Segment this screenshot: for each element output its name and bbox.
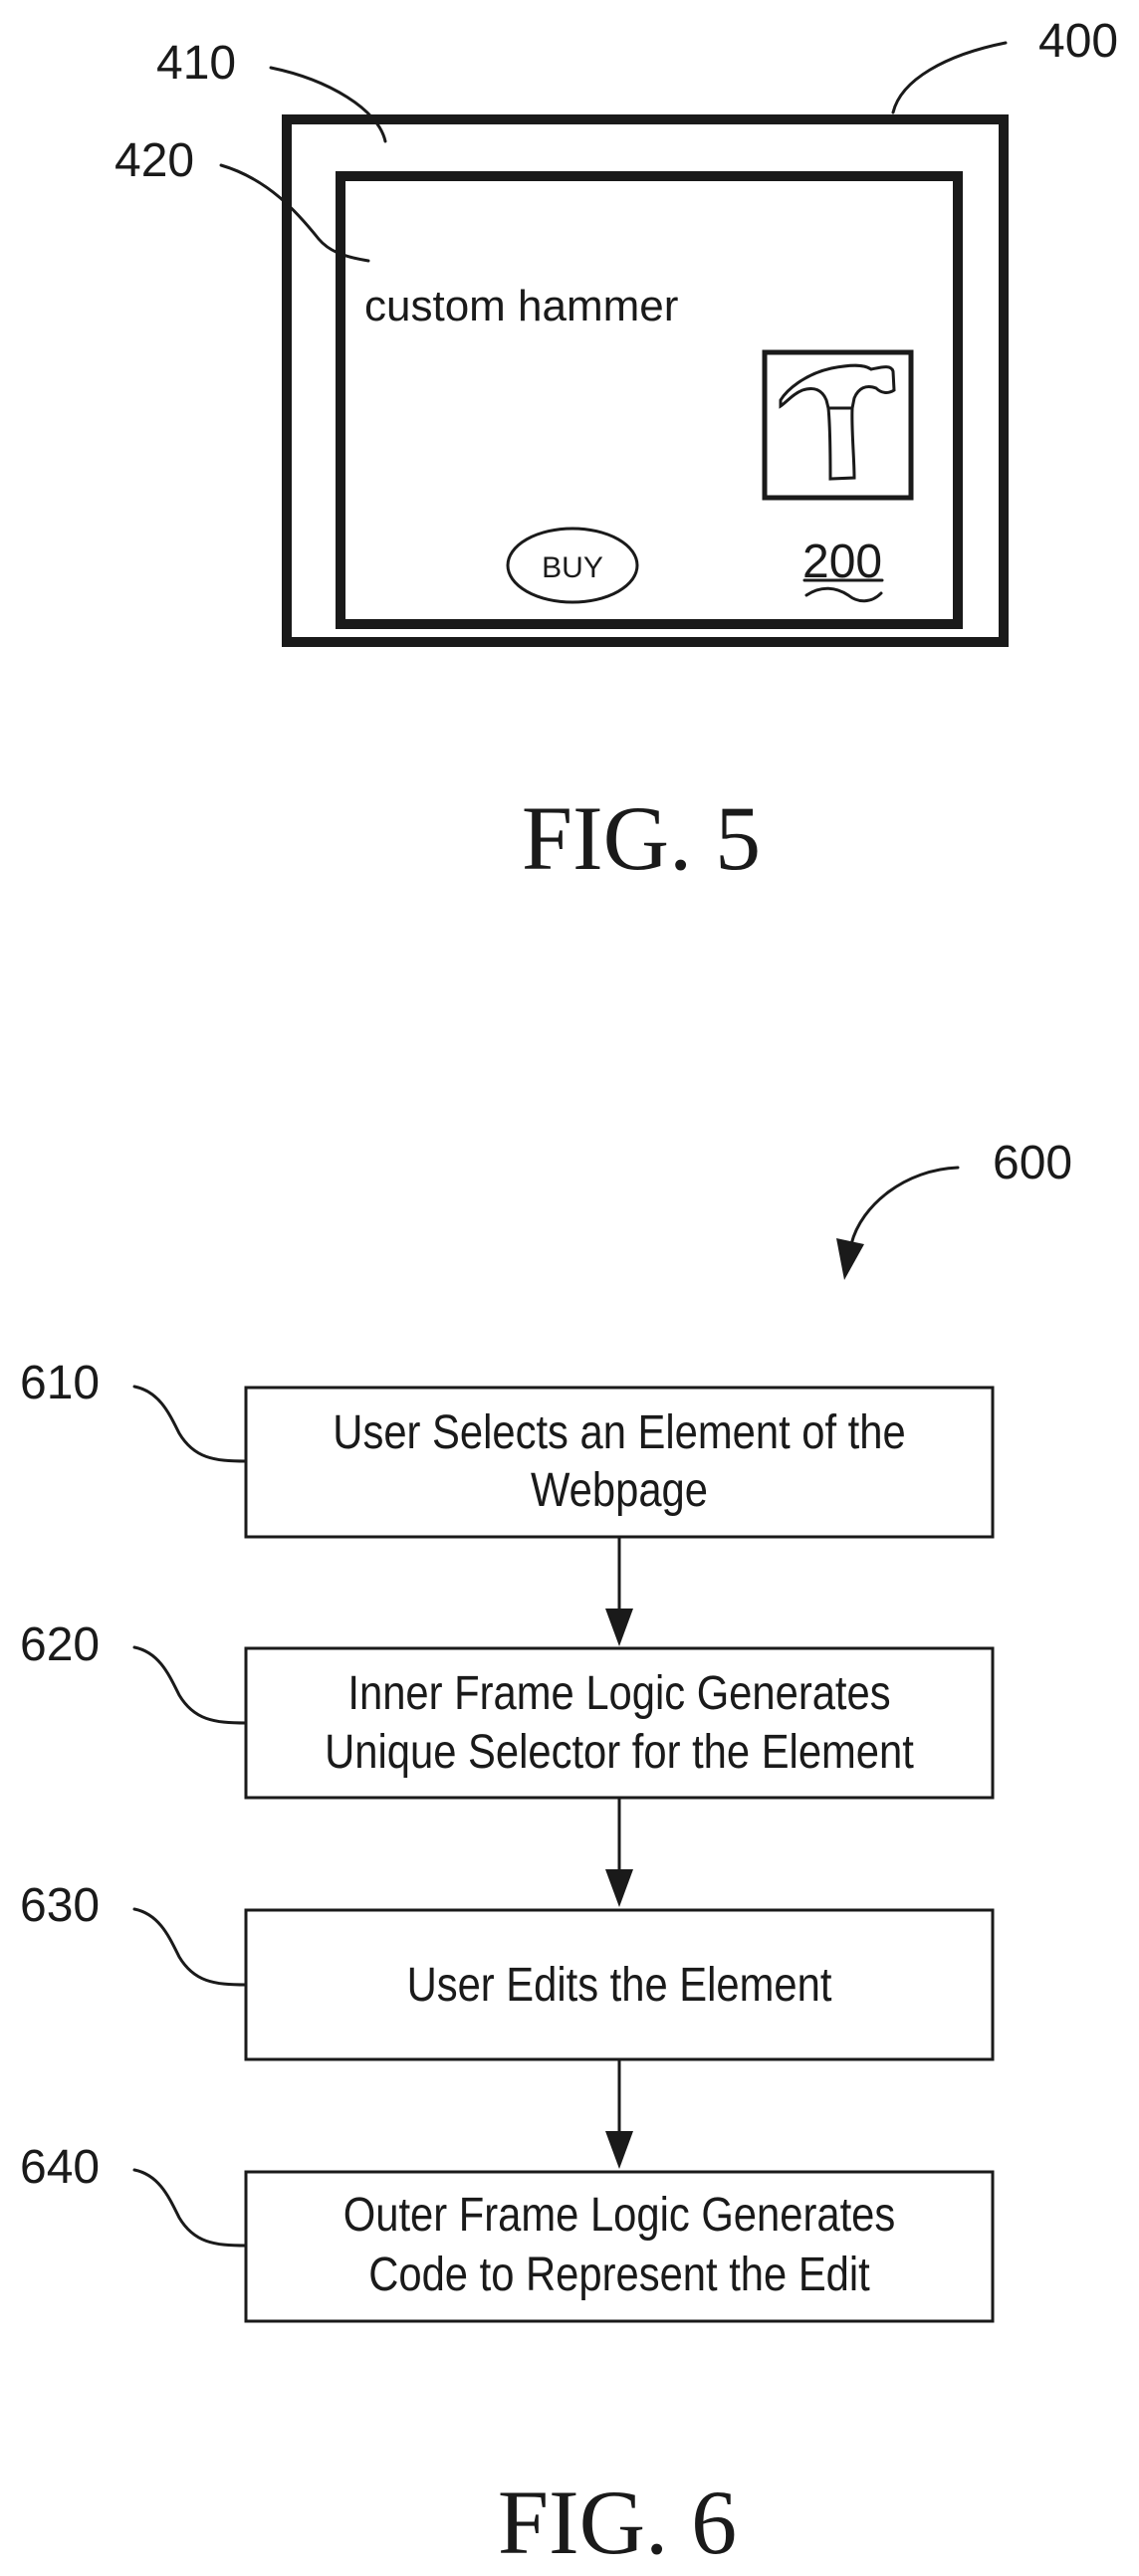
flow-step-630[interactable]: User Edits the Element [244, 1908, 995, 2061]
ref-label-200-group: 200 [802, 536, 884, 603]
leader-line-620 [132, 1645, 248, 1725]
hammer-head [779, 363, 896, 410]
product-image[interactable] [762, 349, 914, 501]
arrowhead-610-620-icon [605, 1609, 633, 1646]
product-image-frame [762, 349, 914, 501]
ref-label-600: 600 [993, 1137, 1072, 1189]
buy-button[interactable]: BUY [506, 527, 639, 604]
step-630-line-1: User Edits the Element [407, 1957, 832, 2011]
arrowhead-630-640-icon [605, 2131, 633, 2169]
leader-line-630 [132, 1907, 248, 1987]
leader-line-610 [132, 1385, 248, 1463]
step-610-line-2: Webpage [531, 1462, 708, 1516]
squiggle-200 [804, 586, 883, 603]
arrowhead-620-630-icon [605, 1869, 633, 1907]
leader-line-400 [891, 41, 1008, 114]
ref-label-420: 420 [114, 134, 194, 187]
ref-label-410: 410 [156, 37, 236, 90]
leader-arrow-600 [849, 1166, 960, 1246]
ref-label-630: 630 [20, 1879, 100, 1932]
ref-label-400: 400 [1038, 15, 1118, 68]
step-620-line-2: Unique Selector for the Element [325, 1724, 914, 1778]
arrowhead-600-icon [836, 1238, 864, 1280]
ref-label-640: 640 [20, 2141, 100, 2194]
product-title: custom hammer [364, 282, 678, 330]
step-620-line-1: Inner Frame Logic Generates [347, 1665, 890, 1719]
step-610-line-1: User Selects an Element of the [333, 1404, 905, 1458]
fig5-caption: FIG. 5 [522, 787, 761, 889]
patent-drawing-sheet: 410 420 400 custom hammer BUY 200 FIG. 5 [20, 15, 1118, 2573]
hammer-icon [779, 363, 896, 481]
buy-button-label: BUY [542, 551, 603, 584]
hammer-handle [826, 406, 856, 481]
fig6: 600 User Selects an Element of the Webpa… [20, 1137, 1072, 2573]
outer-frame [282, 114, 1009, 647]
ref-label-620: 620 [20, 1618, 100, 1671]
fig5: 410 420 400 custom hammer BUY 200 FIG. 5 [114, 15, 1118, 889]
step-640-line-2: Code to Represent the Edit [368, 2247, 870, 2300]
ref-label-610: 610 [20, 1357, 100, 1409]
flow-step-620[interactable]: Inner Frame Logic Generates Unique Selec… [244, 1646, 995, 1800]
flow-step-610[interactable]: User Selects an Element of the Webpage [244, 1386, 995, 1539]
fig6-caption: FIG. 6 [498, 2471, 737, 2573]
leader-line-640 [132, 2168, 248, 2248]
step-640-line-1: Outer Frame Logic Generates [343, 2187, 895, 2241]
flow-step-640[interactable]: Outer Frame Logic Generates Code to Repr… [244, 2170, 995, 2323]
